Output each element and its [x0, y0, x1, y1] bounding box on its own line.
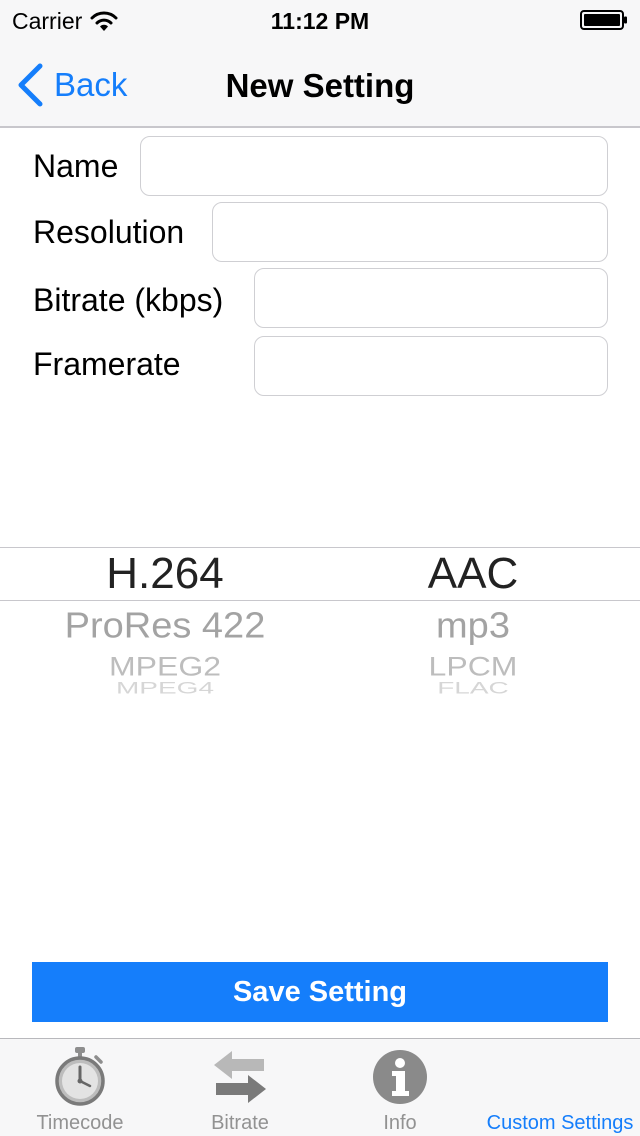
tab-info[interactable]: Info	[320, 1039, 480, 1136]
video-codec-option[interactable]: ProRes 422	[22, 605, 308, 647]
navigation-bar: Carrier 11:12 PM Back New Setting	[0, 0, 640, 128]
info-icon	[373, 1050, 427, 1104]
tab-custom-settings[interactable]: Custom Settings	[480, 1039, 640, 1136]
audio-codec-wheel[interactable]: AAC mp3 LPCM FLAC	[340, 540, 606, 710]
tab-timecode-label: Timecode	[36, 1112, 124, 1134]
codec-picker[interactable]: H.264 ProRes 422 MPEG2 MPEG4 AAC mp3 LPC…	[0, 540, 640, 710]
name-field[interactable]	[140, 136, 608, 196]
screen: Carrier 11:12 PM Back New Setting Name R…	[0, 0, 640, 1136]
tab-info-label: Info	[383, 1112, 417, 1134]
page-title: New Setting	[225, 67, 415, 104]
framerate-field[interactable]	[254, 336, 608, 396]
audio-codec-option[interactable]: mp3	[340, 605, 606, 647]
tab-bitrate-label: Bitrate	[211, 1112, 269, 1134]
stopwatch-icon	[55, 1047, 105, 1106]
audio-codec-option[interactable]: FLAC	[340, 678, 606, 698]
audio-codec-selected[interactable]: AAC	[340, 548, 606, 600]
resolution-field[interactable]	[212, 202, 608, 262]
status-time: 11:12 PM	[270, 8, 370, 34]
tab-timecode[interactable]: Timecode	[0, 1039, 160, 1136]
tab-bitrate[interactable]: Bitrate	[160, 1039, 320, 1136]
tab-custom-settings-label: Custom Settings	[486, 1112, 634, 1134]
name-label: Name	[33, 148, 119, 184]
battery-icon	[580, 10, 627, 30]
resolution-label: Resolution	[33, 214, 185, 250]
swap-arrows-icon	[214, 1051, 266, 1103]
bitrate-label: Bitrate (kbps)	[33, 282, 224, 318]
video-codec-wheel[interactable]: H.264 ProRes 422 MPEG2 MPEG4	[22, 540, 308, 710]
bitrate-field[interactable]	[254, 268, 608, 328]
framerate-label: Framerate	[33, 346, 181, 382]
save-setting-button[interactable]: Save Setting	[32, 962, 608, 1022]
video-codec-option[interactable]: MPEG4	[22, 678, 308, 698]
video-codec-selected[interactable]: H.264	[22, 548, 308, 600]
tab-bar: Timecode Bitrate Info Custom Settings	[0, 1038, 640, 1136]
